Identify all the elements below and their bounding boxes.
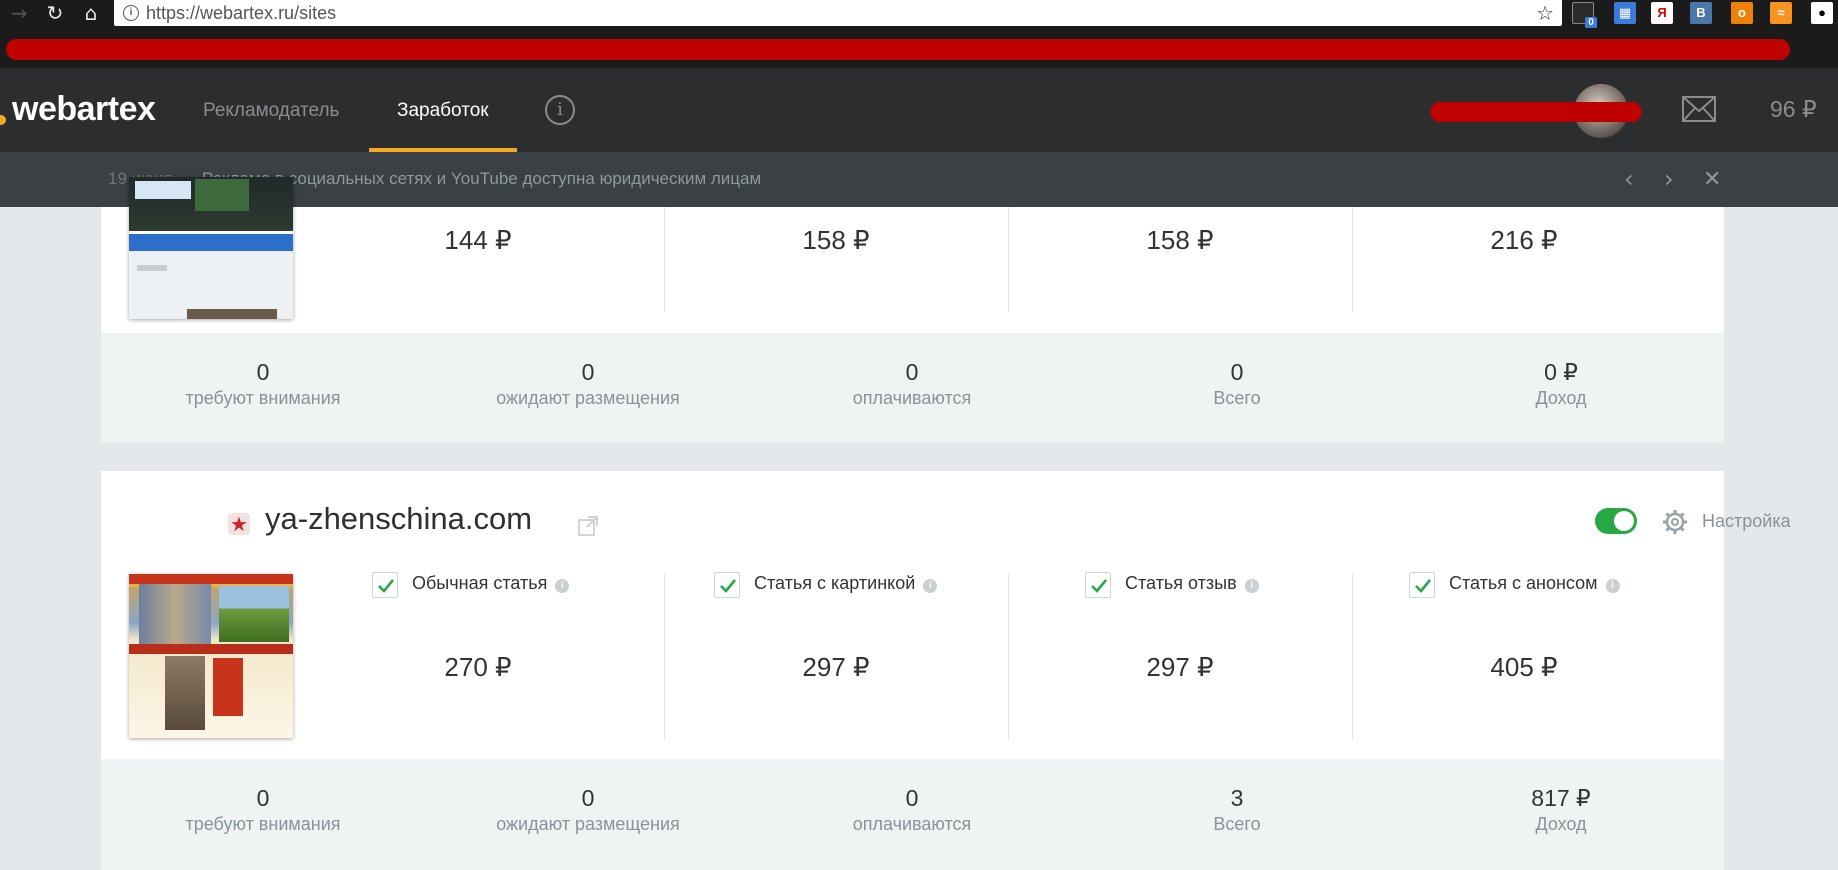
site-info-icon[interactable]: i: [123, 5, 139, 21]
thumbnail-menu: [129, 644, 293, 654]
extension-menu-icon[interactable]: ●: [1811, 2, 1833, 24]
redaction-bar: [6, 39, 1790, 60]
site-domain[interactable]: ya-zhenschina.com: [265, 501, 532, 537]
checkbox[interactable]: [714, 572, 740, 598]
column-divider: [1008, 574, 1009, 739]
thumbnail-photo: [165, 656, 205, 730]
price-with-image: 297 ₽: [802, 652, 870, 682]
reload-icon[interactable]: ↻: [44, 2, 66, 24]
chevron-left-icon[interactable]: ‹: [1624, 165, 1634, 193]
column-divider: [1352, 574, 1353, 739]
checkbox[interactable]: [1085, 572, 1111, 598]
back-icon[interactable]: →: [8, 2, 30, 24]
site-stats-2: 0 требуют внимания 0 ожидают размещения 0о…: [101, 759, 1724, 870]
price-regular: 270 ₽: [444, 652, 512, 682]
url-text[interactable]: https://webartex.ru/sites: [146, 3, 336, 24]
checkbox[interactable]: [1409, 572, 1435, 598]
thumbnail-block: [137, 265, 167, 271]
stat-total[interactable]: 0 Всего: [1137, 333, 1337, 409]
external-link-icon[interactable]: [577, 515, 599, 537]
column-divider: [1008, 207, 1009, 312]
logo-mark: [0, 115, 6, 125]
stat-paying[interactable]: 0 оплачиваются: [812, 333, 1012, 409]
type-label: Обычная статья: [412, 573, 548, 593]
close-icon[interactable]: ✕: [1703, 167, 1721, 192]
chevron-right-icon[interactable]: ›: [1664, 165, 1674, 193]
help-icon[interactable]: i: [1244, 579, 1259, 593]
help-icon[interactable]: i: [923, 579, 938, 593]
help-icon[interactable]: i: [1605, 579, 1620, 593]
vk-icon[interactable]: В: [1690, 2, 1712, 24]
nav-advertiser[interactable]: Рекламодатель: [203, 100, 339, 122]
price-review: 297 ₽: [1146, 652, 1214, 682]
logo[interactable]: webartex: [12, 90, 156, 129]
thumbnail-logo: [135, 181, 191, 199]
yandex-icon[interactable]: Я: [1651, 2, 1673, 24]
home-icon[interactable]: ⌂: [80, 2, 102, 24]
stat-attention[interactable]: 0 требуют внимания: [163, 759, 363, 835]
info-icon[interactable]: i: [545, 95, 575, 125]
price-review: 158 ₽: [1146, 225, 1214, 255]
type-label: Статья с картинкой: [754, 573, 916, 593]
gear-icon[interactable]: [1662, 509, 1688, 535]
stat-income[interactable]: 0 ₽ Доход: [1461, 333, 1661, 409]
redacted-username: [1430, 102, 1642, 122]
site-stats-1: 0 требуют внимания 0 ожидают размещения 0о…: [101, 333, 1724, 443]
site-card-1: 144 ₽ 158 ₽ 158 ₽ 216 ₽: [101, 177, 1724, 333]
stat-pending[interactable]: 0 ожидают размещения: [488, 759, 688, 835]
price-announcement: 405 ₽: [1490, 652, 1558, 682]
stat-paying[interactable]: 0 оплачиваются: [812, 759, 1012, 835]
site-card-2: ★ ya-zhenschina.com Настройка Обычная ст…: [101, 471, 1791, 759]
site-favicon: ★: [228, 513, 250, 535]
thumbnail-sidebar: [213, 658, 243, 716]
price-announcement: 216 ₽: [1490, 225, 1558, 255]
help-icon[interactable]: i: [555, 579, 570, 593]
stat-income[interactable]: 817 ₽ Доход: [1461, 759, 1661, 835]
site-enabled-toggle[interactable]: [1595, 508, 1637, 534]
type-label: Статья отзыв: [1125, 573, 1237, 593]
site-thumbnail[interactable]: [129, 177, 293, 319]
grid-extension-icon[interactable]: ▦: [1614, 2, 1636, 24]
toggle-knob: [1614, 511, 1634, 531]
rss-icon[interactable]: ≈: [1770, 2, 1792, 24]
checkbox[interactable]: [372, 572, 398, 598]
column-divider: [664, 574, 665, 739]
site-thumbnail[interactable]: [129, 574, 293, 738]
thumbnail-banner: [195, 179, 249, 211]
extension-icon[interactable]: 0: [1572, 2, 1597, 29]
bookmark-star-icon[interactable]: ☆: [1536, 1, 1554, 25]
stat-total[interactable]: 3 Всего: [1137, 759, 1337, 835]
thumbnail-landscape: [219, 586, 289, 642]
settings-link[interactable]: Настройка: [1702, 511, 1791, 532]
odnoklassniki-icon[interactable]: o: [1731, 2, 1753, 24]
type-label: Статья с анонсом: [1449, 573, 1598, 593]
app-header: webartex Рекламодатель Заработок i 96 ₽: [0, 68, 1838, 152]
address-bar[interactable]: i https://webartex.ru/sites ☆: [114, 0, 1562, 26]
balance[interactable]: 96 ₽: [1770, 96, 1817, 123]
thumbnail-images: [187, 309, 277, 319]
thumbnail-hero: [139, 584, 211, 644]
stat-attention[interactable]: 0 требуют внимания: [163, 333, 363, 409]
browser-toolbar: → ↻ ⌂ i https://webartex.ru/sites ☆ 0 ▦ …: [0, 0, 1838, 29]
stat-pending[interactable]: 0 ожидают размещения: [488, 333, 688, 409]
price-with-image: 158 ₽: [802, 225, 870, 255]
mail-icon[interactable]: [1682, 96, 1716, 122]
price-regular: 144 ₽: [444, 225, 512, 255]
column-divider: [664, 207, 665, 312]
column-divider: [1352, 207, 1353, 312]
thumbnail-header: [129, 574, 293, 584]
nav-earnings[interactable]: Заработок: [397, 100, 489, 122]
